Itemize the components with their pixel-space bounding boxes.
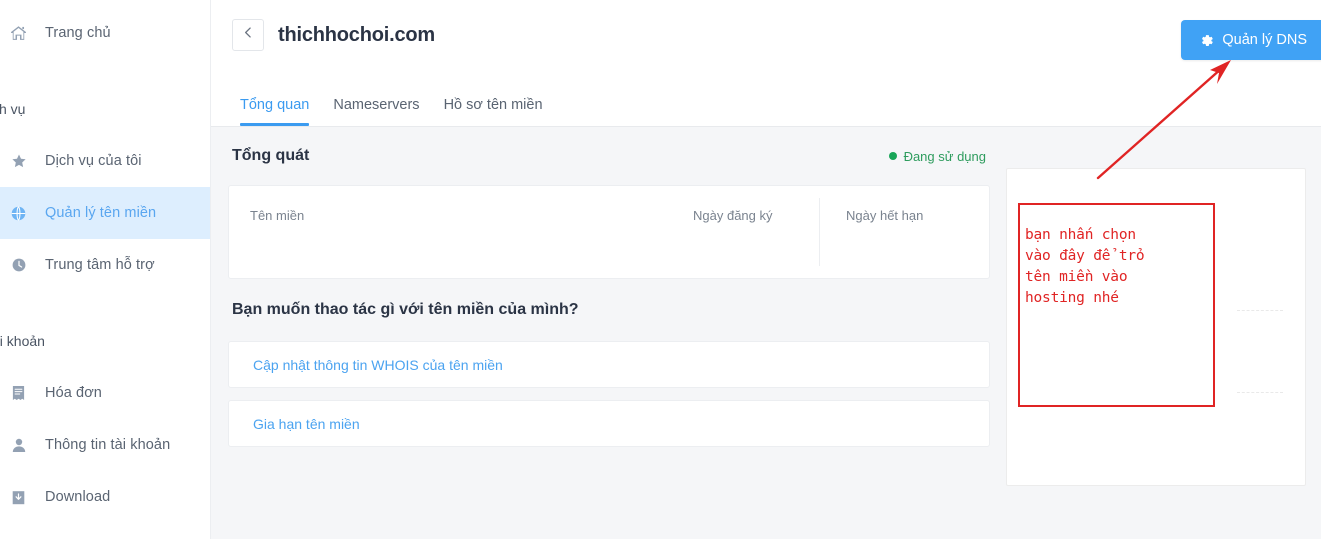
sidebar: Trang chủ ch vụ Dịch vụ của tôi Quản lý … (0, 0, 211, 539)
invoice-icon (10, 385, 27, 402)
sidebar-item-label: Hóa đơn (45, 385, 102, 401)
sidebar-item-invoice[interactable]: Hóa đơn (0, 367, 210, 419)
status-dot-icon (888, 152, 897, 160)
overview-header: Tổng quát Đang sử dụng (228, 127, 990, 185)
globe-icon (10, 205, 27, 222)
sidebar-section-services: ch vụ (0, 87, 210, 131)
table-cell-registered-date (693, 233, 819, 248)
table-cell-domain (250, 233, 693, 248)
skeleton-line (1237, 310, 1283, 311)
sidebar-section-account: ai khoản (0, 319, 210, 363)
main-content: thichhochoi.com Tổng quan Nameservers Hồ… (211, 0, 1321, 539)
sidebar-section-label: ch vụ (0, 101, 26, 117)
tab-tong-quan[interactable]: Tổng quan (232, 97, 321, 126)
sidebar-item-support-center[interactable]: Trung tâm hỗ trợ (0, 239, 210, 291)
sidebar-item-label: Thông tin tài khoản (45, 437, 171, 453)
user-icon (10, 437, 27, 454)
gear-icon (1199, 33, 1214, 48)
action-label: Gia hạn tên miền (253, 415, 360, 432)
tab-label: Hồ sơ tên miền (443, 97, 543, 113)
sidebar-item-label: Quản lý tên miền (45, 205, 157, 221)
tab-bar: Tổng quan Nameservers Hồ sơ tên miền (232, 97, 555, 126)
star-icon (10, 153, 27, 170)
page-title: thichhochoi.com (278, 23, 436, 46)
sidebar-item-label: Download (45, 489, 111, 505)
sidebar-item-label: Dịch vụ của tôi (45, 153, 142, 169)
action-renew-domain[interactable]: Gia hạn tên miền (228, 400, 990, 447)
sidebar-item-domain-management[interactable]: Quản lý tên miền (0, 187, 210, 239)
column-header: Tên miền (250, 208, 305, 223)
overview-column: Tổng quát Đang sử dụng Tên miền Ngày đăn… (228, 127, 990, 459)
table-column-registered-date: Ngày đăng ký (693, 186, 819, 278)
dns-button-label: Quản lý DNS (1222, 32, 1307, 48)
sidebar-item-account-info[interactable]: Thông tin tài khoản (0, 419, 210, 471)
page-header: thichhochoi.com Tổng quan Nameservers Hồ… (211, 0, 1321, 127)
chevron-left-icon (242, 26, 255, 44)
tab-nameservers[interactable]: Nameservers (321, 97, 431, 126)
action-update-whois[interactable]: Cập nhật thông tin WHOIS của tên miền (228, 341, 990, 388)
sidebar-section-label: ai khoản (0, 333, 45, 349)
home-icon (10, 25, 27, 42)
skeleton-line (1237, 392, 1283, 393)
tab-label: Tổng quan (240, 97, 310, 113)
status-badge: Đang sử dụng (888, 148, 986, 164)
annotation-text: bạn nhấn chọn vào đây để trỏ tên miền và… (1025, 227, 1145, 306)
section-title: Tổng quát (232, 147, 310, 164)
tab-label: Nameservers (333, 97, 420, 113)
content-area: Tổng quát Đang sử dụng Tên miền Ngày đăn… (211, 127, 1321, 539)
support-icon (10, 257, 27, 274)
actions-question: Bạn muốn thao tác gì với tên miền của mì… (232, 301, 579, 318)
sidebar-item-home[interactable]: Trang chủ (0, 7, 210, 59)
table-column-domain: Tên miền (229, 186, 693, 278)
title-row: thichhochoi.com (211, 0, 1321, 51)
sidebar-item-my-services[interactable]: Dịch vụ của tôi (0, 135, 210, 187)
download-icon (10, 489, 27, 506)
back-button[interactable] (232, 19, 264, 51)
sidebar-item-label: Trung tâm hỗ trợ (45, 257, 155, 273)
status-label: Đang sử dụng (903, 148, 986, 164)
domain-table-card: Tên miền Ngày đăng ký Ngày hết hạn (228, 185, 990, 279)
table-cell-expiry-date (846, 233, 989, 248)
app-root: Trang chủ ch vụ Dịch vụ của tôi Quản lý … (0, 0, 1321, 539)
dns-management-button[interactable]: Quản lý DNS (1181, 20, 1321, 60)
action-label: Cập nhật thông tin WHOIS của tên miền (253, 356, 503, 373)
column-header: Ngày đăng ký (693, 208, 773, 223)
column-header: Ngày hết hạn (846, 208, 924, 223)
sidebar-item-label: Trang chủ (45, 25, 111, 41)
sidebar-item-download[interactable]: Download (0, 471, 210, 523)
side-panel: bạn nhấn chọn vào đây để trỏ tên miền và… (1006, 168, 1306, 486)
table-column-expiry-date: Ngày hết hạn (819, 186, 989, 278)
tab-ho-so-ten-mien[interactable]: Hồ sơ tên miền (432, 97, 555, 126)
